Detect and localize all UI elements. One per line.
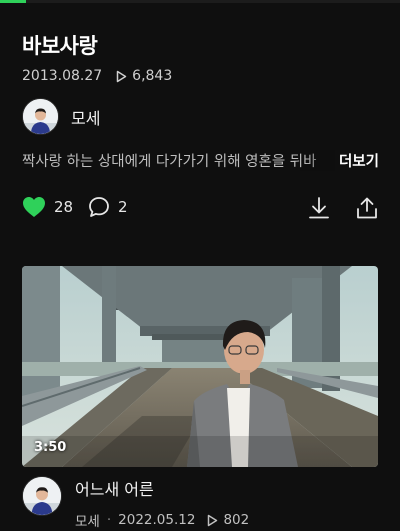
playback-progress-fill	[0, 0, 26, 3]
download-icon	[309, 197, 329, 219]
comment-button[interactable]: 2	[88, 196, 128, 218]
next-video-info[interactable]: 어느새 어른 모세 · 2022.05.12 802	[22, 474, 249, 530]
download-button[interactable]	[308, 196, 330, 220]
next-video-meta: 모세 · 2022.05.12 802	[75, 510, 249, 530]
next-video-author: 모세	[75, 514, 100, 530]
action-bar: 28 2	[22, 196, 378, 224]
author-row[interactable]: 모세	[22, 98, 100, 135]
next-video-date: 2022.05.12	[118, 512, 196, 528]
play-count-icon	[116, 70, 127, 82]
author-name[interactable]: 모세	[71, 105, 100, 129]
description-text: 짝사랑 하는 상대에게 다가가기 위해 영혼을 뒤바	[22, 154, 317, 170]
next-video-view-count: 802	[223, 512, 250, 528]
post-description: 짝사랑 하는 상대에게 다가가기 위해 영혼을 뒤바 더보기	[22, 150, 382, 171]
separator-dot: ·	[106, 512, 112, 528]
next-video-avatar[interactable]	[22, 476, 62, 516]
playback-progress-bar[interactable]	[0, 0, 400, 3]
like-count: 28	[54, 198, 74, 216]
next-video-text: 어느새 어른 모세 · 2022.05.12 802	[75, 474, 249, 530]
video-duration: 3:50	[34, 440, 67, 455]
heart-icon	[23, 197, 45, 217]
next-video-thumbnail[interactable]: 3:50	[22, 266, 378, 467]
next-video-title[interactable]: 어느새 어른	[75, 476, 249, 500]
play-count-icon	[208, 514, 218, 526]
post-meta: 2013.08.27 6,843	[22, 68, 172, 84]
share-icon	[357, 197, 377, 219]
avatar[interactable]	[22, 98, 59, 135]
more-button[interactable]: 더보기	[334, 150, 379, 171]
comment-bubble-icon	[89, 197, 109, 217]
video-thumbnail-image	[22, 266, 378, 467]
share-button[interactable]	[356, 196, 378, 220]
comment-count: 2	[118, 198, 128, 216]
post-title: 바보사랑	[22, 34, 98, 58]
post-date: 2013.08.27	[22, 68, 103, 84]
post-view-count: 6,843	[132, 68, 173, 84]
like-button[interactable]: 28	[22, 196, 73, 218]
